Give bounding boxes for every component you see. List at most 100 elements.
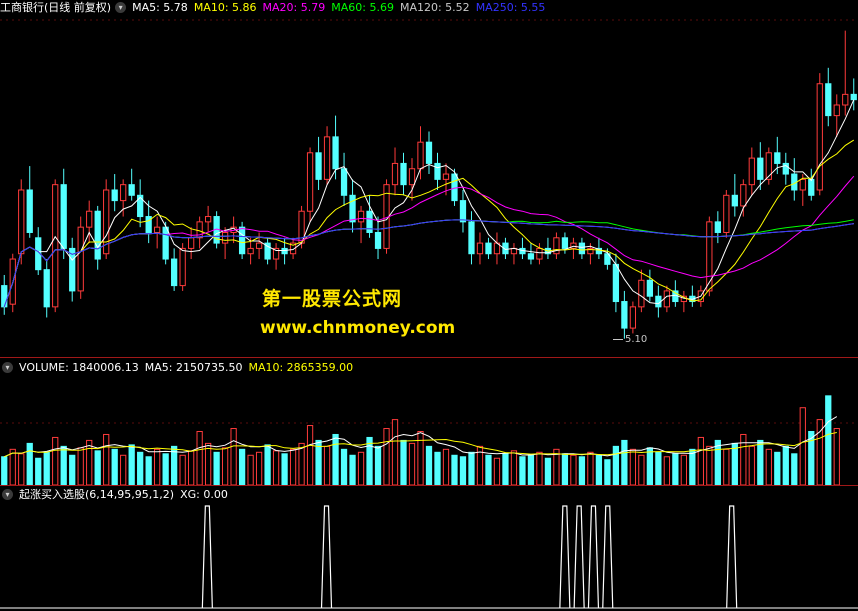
volume-bar-up <box>306 425 314 486</box>
candle-up <box>120 184 127 202</box>
volume-bar-down <box>621 439 628 486</box>
candle-down <box>451 173 458 202</box>
volume-bar-down <box>451 454 458 486</box>
candle-up <box>52 184 59 308</box>
candle-down <box>281 247 288 255</box>
volume-bar-down <box>595 454 603 486</box>
candle-up <box>536 247 543 260</box>
candle-down <box>400 162 407 186</box>
candle-down <box>561 237 569 249</box>
volume-bar-down <box>544 457 552 486</box>
volume-bar-up <box>298 442 305 486</box>
xg-signal-spike <box>602 505 614 609</box>
candle-down <box>60 184 67 249</box>
volume-bar-down <box>145 456 152 486</box>
chevron-down-icon[interactable]: ▾ <box>115 2 127 13</box>
volume-bar-down <box>315 439 322 486</box>
candle-up <box>255 242 263 249</box>
volume-bar-down <box>43 451 50 486</box>
volume-bar-up <box>799 407 806 486</box>
indicator-name: 起涨买入选股(6,14,95,95,1,2) <box>19 488 175 501</box>
candle-down <box>1 285 8 308</box>
candle-up <box>154 226 161 233</box>
volume-bar-down <box>774 451 781 486</box>
volume-bar-up <box>629 448 637 486</box>
ma250-label: MA250: 5.55 <box>475 1 546 14</box>
candle-down <box>374 231 382 249</box>
candle-up <box>442 173 450 180</box>
watermark-title: 第一股票公式网 <box>262 288 403 310</box>
volume-bar-up <box>723 448 730 486</box>
candle-down <box>349 194 356 223</box>
volume-bar-up <box>383 428 390 486</box>
volume-bar-up <box>255 451 263 486</box>
volume-bar-up <box>18 453 25 486</box>
volume-bar-down <box>612 445 620 486</box>
ma20-label: MA20: 5.79 <box>262 1 326 14</box>
candle-down <box>238 226 246 255</box>
price-panel[interactable]: 工商银行(日线 前复权) ▾ MA5: 5.78 MA10: 5.86 MA20… <box>0 0 858 358</box>
xg-value: XG: 0.00 <box>180 488 228 501</box>
volume-bar-down <box>655 451 662 486</box>
volume-bar-up <box>740 433 747 486</box>
volume-panel[interactable]: ▾ VOLUME: 1840006.13 MA5: 2150735.50 MA1… <box>0 358 858 486</box>
candle-up <box>816 83 823 191</box>
indicator-panel[interactable]: ▾ 起涨买入选股(6,14,95,95,1,2) XG: 0.00 <box>0 486 858 611</box>
chevron-down-icon[interactable]: ▾ <box>2 489 13 500</box>
volume-bar-down <box>400 439 407 486</box>
volume-bar-down <box>825 395 832 486</box>
volume-bar-down <box>519 456 526 486</box>
candle-up <box>833 104 840 117</box>
ma120-label: MA120: 5.52 <box>399 1 470 14</box>
candlestick-chart[interactable] <box>0 0 858 358</box>
volume-bar-up <box>86 439 93 486</box>
indicator-chart[interactable] <box>0 486 858 611</box>
candle-up <box>221 231 229 244</box>
volume-bar-down <box>672 453 679 486</box>
candle-up <box>629 306 637 329</box>
stock-title: 工商银行(日线 前复权) <box>0 1 112 14</box>
volume-bar-up <box>391 419 399 486</box>
volume-bar-up <box>510 450 518 486</box>
volume-chart[interactable] <box>0 358 858 486</box>
xg-signal-spike <box>573 505 585 609</box>
volume-bar-down <box>1 456 8 486</box>
volume-bar-down <box>689 448 696 486</box>
volume-bar-up <box>408 442 416 486</box>
volume-bar-up <box>587 451 594 486</box>
candle-down <box>850 93 857 101</box>
volume-bar-down <box>60 445 67 486</box>
indicator-header: ▾ 起涨买入选股(6,14,95,95,1,2) XG: 0.00 <box>0 487 234 502</box>
candle-up <box>476 242 484 255</box>
candle-down <box>332 136 339 170</box>
candle-up <box>748 157 755 186</box>
candle-down <box>646 279 654 297</box>
volume-bar-up <box>833 428 840 486</box>
volume-bar-up <box>77 447 84 486</box>
candle-down <box>468 221 475 255</box>
volume-ma5-label: MA5: 2150735.50 <box>144 361 243 374</box>
candle-down <box>315 152 322 180</box>
candle-down <box>43 269 50 308</box>
volume-bar-down <box>468 451 475 486</box>
candle-up <box>179 247 186 287</box>
volume-bar-down <box>137 451 144 486</box>
volume-label: VOLUME: 1840006.13 <box>19 361 139 374</box>
xg-signal-spike <box>320 505 333 609</box>
candle-down <box>612 263 620 303</box>
volume-bar-up <box>706 445 713 486</box>
volume-bar-up <box>221 447 229 486</box>
candle-up <box>799 178 806 191</box>
candle-down <box>340 168 348 196</box>
volume-bar-down <box>731 442 738 486</box>
candle-down <box>731 194 738 207</box>
candle-down <box>621 301 628 329</box>
watermark-url: www.chnmoney.com <box>260 318 456 338</box>
candle-up <box>391 162 399 186</box>
chevron-down-icon[interactable]: ▾ <box>2 362 13 373</box>
volume-bar-up <box>196 431 203 486</box>
candle-up <box>357 210 365 223</box>
volume-bar-down <box>646 447 654 486</box>
volume-bar-up <box>697 436 704 486</box>
volume-bar-up <box>188 450 195 486</box>
